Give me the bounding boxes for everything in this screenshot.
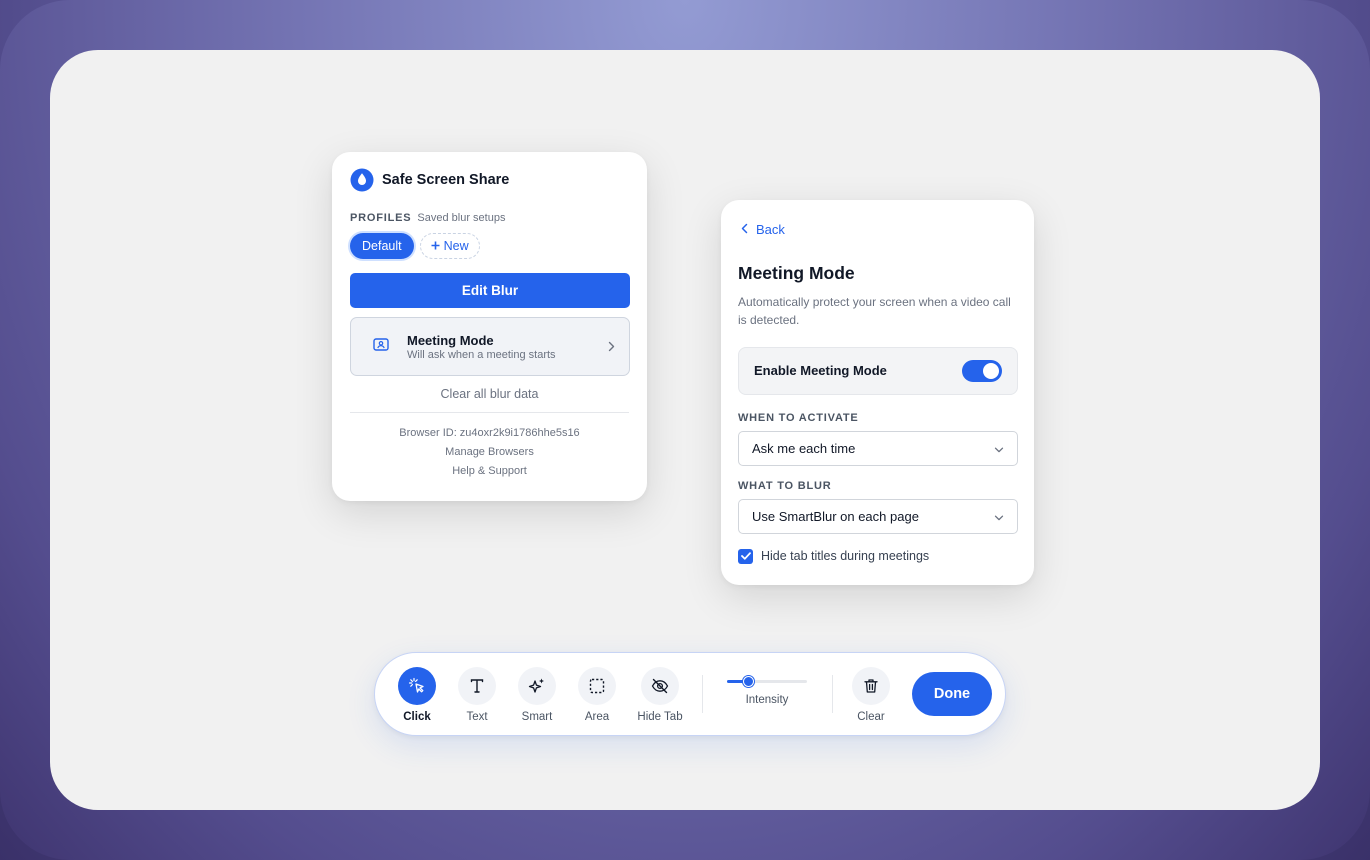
hide-tab-titles-checkbox[interactable] (738, 548, 753, 564)
tool-hide-tab-label: Hide Tab (637, 711, 683, 723)
tool-area-label: Area (584, 711, 610, 723)
meeting-mode-texts: Meeting Mode Will ask when a meeting sta… (407, 333, 556, 361)
popup-header: Safe Screen Share (350, 168, 629, 192)
tool-text-label: Text (466, 711, 488, 723)
edit-blur-button[interactable]: Edit Blur (350, 273, 630, 308)
cursor-click-icon (398, 667, 436, 705)
enable-meeting-mode-label: Enable Meeting Mode (754, 363, 887, 378)
new-profile-label: New (443, 239, 469, 253)
manage-browsers-link[interactable]: Manage Browsers (445, 446, 534, 458)
what-to-blur-select[interactable]: Use SmartBlur on each page (738, 498, 1018, 534)
new-profile-button[interactable]: New (419, 233, 480, 259)
clear-blur-data-link[interactable]: Clear all blur data (350, 387, 629, 401)
chevron-down-icon (994, 509, 1004, 524)
intensity-track (727, 676, 807, 687)
back-label: Back (756, 221, 785, 237)
profiles-header: PROFILES Saved blur setups (350, 212, 629, 224)
droplet-logo-icon (350, 168, 374, 192)
trash-icon (852, 667, 890, 705)
enable-meeting-mode-card: Enable Meeting Mode (738, 346, 1018, 395)
dashed-square-icon (578, 667, 616, 705)
blur-toolbar: Click Text Smart Area Hide Tab Intensity… (374, 652, 1006, 736)
browser-id: Browser ID: zu4oxr2k9i1786hhe5s16 (399, 427, 580, 439)
panel-description: Automatically protect your screen when a… (738, 294, 1011, 327)
what-to-blur-value: Use SmartBlur on each page (752, 508, 919, 524)
profiles-subtitle: Saved blur setups (417, 212, 506, 224)
tool-text[interactable]: Text (445, 667, 509, 723)
extension-popup: Safe Screen Share PROFILES Saved blur se… (332, 152, 647, 501)
toggle-knob (983, 362, 999, 379)
meeting-card-icon (373, 337, 389, 356)
meeting-mode-subtitle: Will ask when a meeting starts (407, 348, 556, 361)
help-support-link[interactable]: Help & Support (452, 465, 527, 477)
tool-hide-tab[interactable]: Hide Tab (628, 667, 692, 723)
enable-meeting-mode-toggle[interactable] (962, 359, 1002, 382)
tool-click-label: Click (403, 711, 431, 723)
panel-title: Meeting Mode (738, 262, 855, 283)
tool-area[interactable]: Area (565, 667, 629, 723)
profile-chips: Default New (350, 233, 629, 259)
profile-default-chip[interactable]: Default (350, 233, 414, 259)
profiles-label: PROFILES (350, 212, 412, 224)
what-to-blur-label: WHAT TO BLUR (738, 479, 832, 492)
when-to-activate-label: WHEN TO ACTIVATE (738, 411, 859, 424)
when-to-activate-select[interactable]: Ask me each time (738, 430, 1018, 466)
chevron-right-icon (608, 339, 615, 357)
meeting-mode-title: Meeting Mode (407, 332, 494, 348)
tool-smart-label: Smart (521, 711, 553, 723)
done-button[interactable]: Done (912, 672, 992, 716)
app-title: Safe Screen Share (382, 172, 510, 188)
eye-off-icon (641, 667, 679, 705)
intensity-label: Intensity (745, 694, 789, 706)
intensity-thumb[interactable] (743, 676, 755, 687)
tool-clear-label: Clear (857, 711, 885, 723)
chevron-left-icon (741, 222, 748, 237)
popup-footer: Browser ID: zu4oxr2k9i1786hhe5s16 Manage… (350, 427, 629, 477)
hide-tab-titles-row: Hide tab titles during meetings (738, 548, 1018, 564)
text-icon (458, 667, 496, 705)
sparkles-icon (518, 667, 556, 705)
tool-clear[interactable]: Clear (839, 667, 903, 723)
popup-divider (350, 412, 629, 413)
tool-smart[interactable]: Smart (505, 667, 569, 723)
tool-click[interactable]: Click (385, 667, 449, 723)
toolbar-divider (832, 675, 833, 713)
intensity-slider[interactable] (727, 676, 807, 687)
chevron-down-icon (994, 441, 1004, 456)
back-button[interactable]: Back (741, 220, 785, 238)
meeting-mode-row[interactable]: Meeting Mode Will ask when a meeting sta… (350, 317, 630, 376)
toolbar-divider (702, 675, 703, 713)
when-to-activate-value: Ask me each time (752, 440, 856, 456)
meeting-mode-panel: Back Meeting Mode Automatically protect … (721, 200, 1034, 585)
hide-tab-titles-label: Hide tab titles during meetings (761, 549, 930, 563)
plus-icon (431, 239, 440, 253)
